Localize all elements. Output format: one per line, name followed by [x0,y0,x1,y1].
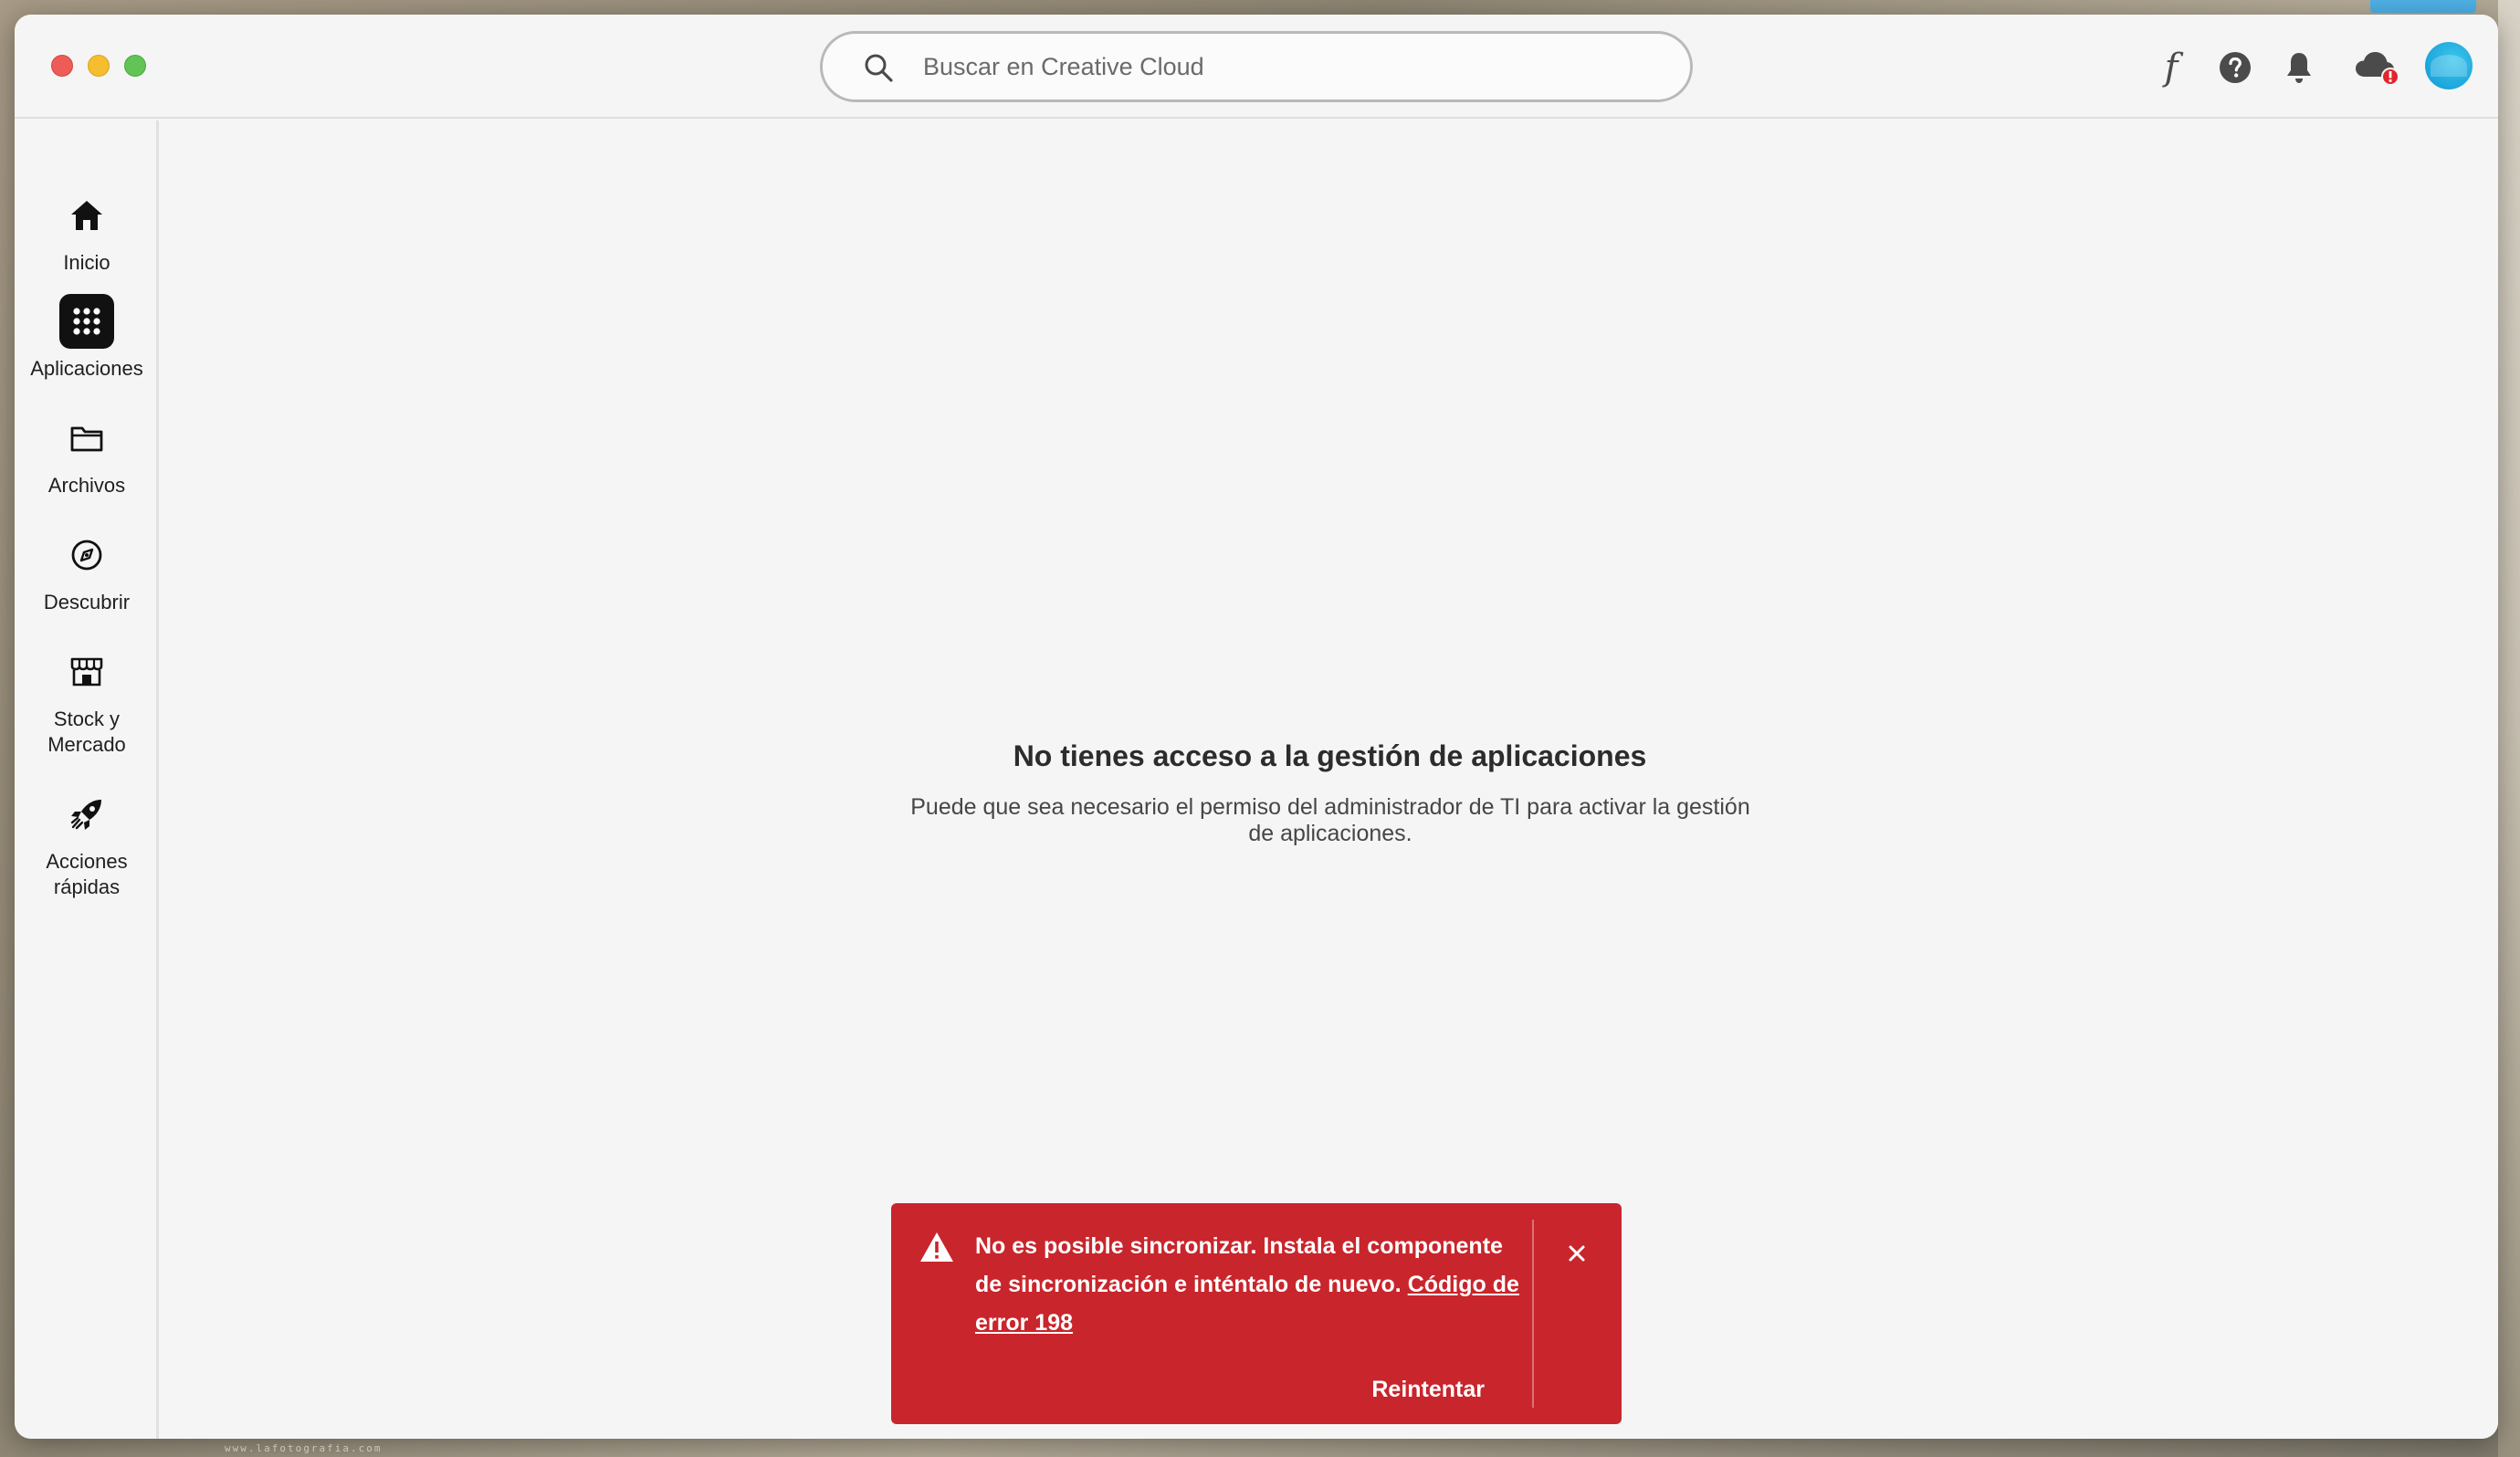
search-input[interactable] [923,34,1654,100]
fonts-icon[interactable]: f [2151,47,2191,89]
watermark: www.lafotografia.com [225,1442,383,1454]
empty-state-title: No tienes acceso a la gestión de aplicac… [1013,739,1647,772]
sidebar-item-label: Descubrir [43,591,131,613]
rocket-icon [59,787,114,842]
sidebar: Inicio Aplicaciones Archivos Descubrir S… [15,121,159,1439]
sync-error-toast: No es posible sincronizar. Instala el co… [891,1203,1622,1424]
retry-button[interactable]: Reintentar [1371,1377,1485,1403]
home-icon [59,188,114,243]
sidebar-item-label: Acciones rápidas [46,850,128,898]
close-icon [1569,1245,1585,1262]
minimize-window-button[interactable] [88,55,110,77]
sidebar-item-acciones-rapidas[interactable]: Acciones rápidas [15,787,159,900]
sidebar-item-inicio[interactable]: Inicio [15,188,159,276]
sidebar-item-label: Aplicaciones [30,357,143,380]
sidebar-item-aplicaciones[interactable]: Aplicaciones [15,294,159,382]
zoom-window-button[interactable] [124,55,146,77]
sidebar-item-stock-mercado[interactable]: Stock y Mercado [15,645,159,758]
cloud-sync-error-icon[interactable] [2352,47,2403,88]
sidebar-item-label: Inicio [63,251,110,274]
background-window-tab [2370,0,2476,13]
sidebar-item-label: Stock y Mercado [47,708,126,756]
user-avatar[interactable] [2425,42,2473,89]
creative-cloud-window: f [15,15,2498,1439]
empty-state-description: Puede que sea necesario el permiso del a… [910,794,1750,846]
search-bar[interactable] [820,31,1693,102]
compass-icon [59,528,114,582]
title-bar: f [15,15,2498,119]
toast-message: No es posible sincronizar. Instala el co… [975,1227,1523,1342]
notifications-bell-icon[interactable] [2279,47,2319,88]
help-icon[interactable] [2215,47,2255,88]
sidebar-item-label: Archivos [47,474,126,497]
sidebar-item-descubrir[interactable]: Descubrir [15,528,159,615]
sidebar-item-archivos[interactable]: Archivos [15,411,159,498]
warning-icon [920,1232,953,1262]
folder-icon [59,411,114,466]
toast-close-button[interactable] [1563,1240,1591,1267]
close-window-button[interactable] [51,55,73,77]
apps-grid-icon [59,294,114,349]
stock-market-icon [59,645,114,699]
desktop-wallpaper-edge [2498,0,2520,1457]
search-icon [865,54,893,82]
toast-divider [1532,1220,1534,1408]
